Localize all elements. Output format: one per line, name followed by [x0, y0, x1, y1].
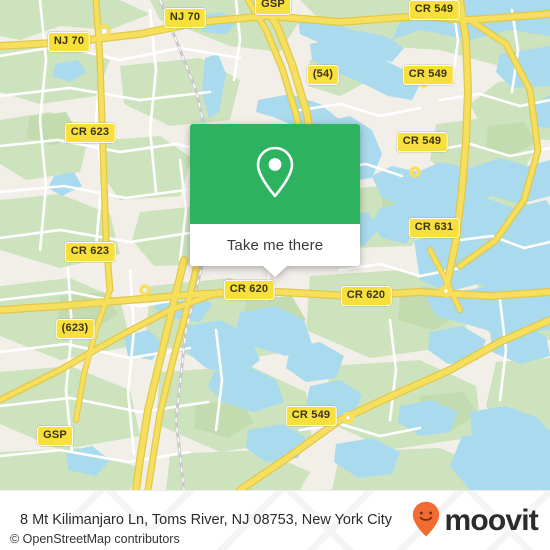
popup-header — [190, 124, 360, 224]
route-shield: (54) — [306, 65, 340, 85]
moovit-wordmark: moovit — [444, 504, 538, 537]
osm-attribution[interactable]: © OpenStreetMap contributors — [0, 529, 188, 550]
route-shield: NJ 70 — [47, 32, 91, 52]
take-me-there-button[interactable]: Take me there — [227, 237, 323, 254]
route-shield: NJ 70 — [163, 8, 207, 28]
route-shield: GSP — [255, 0, 291, 15]
moovit-smiley-pin-icon — [412, 501, 440, 542]
route-shield: GSP — [37, 426, 73, 446]
popup-action-bar[interactable]: Take me there — [190, 224, 360, 277]
route-shield: CR 620 — [340, 286, 392, 306]
popup-tail-pointer — [263, 266, 287, 277]
route-shield: (623) — [55, 319, 95, 339]
route-shield: CR 631 — [408, 218, 460, 238]
route-shield: CR 549 — [402, 65, 454, 85]
moovit-logo[interactable]: moovit — [412, 501, 539, 542]
map-screenshot-root: NJ 70 NJ 70 GSP CR 549 CR 549 (54) CR 623 CR 54… — [0, 0, 550, 550]
location-pin-icon — [253, 144, 297, 205]
route-shield: CR 620 — [223, 280, 275, 300]
route-shield: CR 549 — [285, 406, 337, 426]
address-label: 8 Mt Kilimanjaro Ln, Toms River, NJ 0875… — [20, 512, 393, 529]
route-shield: CR 623 — [64, 242, 116, 262]
route-shield: CR 549 — [396, 132, 448, 152]
route-shield: CR 623 — [64, 123, 116, 143]
location-popup-card[interactable]: Take me there — [190, 124, 360, 277]
route-shield: CR 549 — [408, 0, 460, 20]
